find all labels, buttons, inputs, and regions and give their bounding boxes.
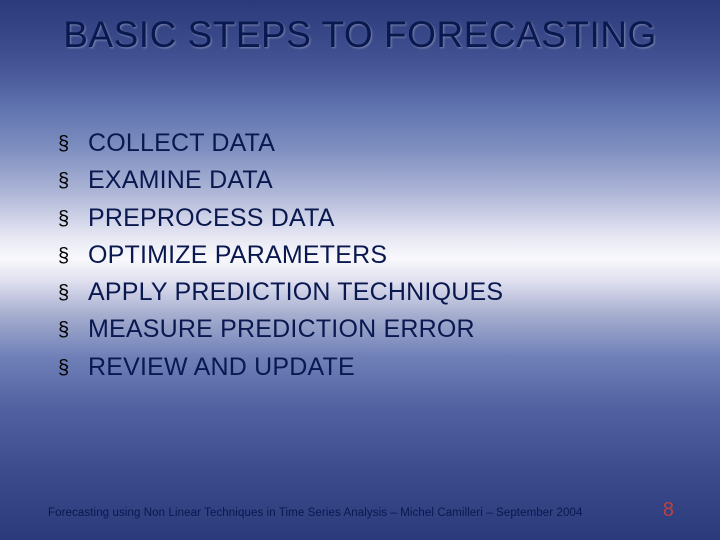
list-item-text: APPLY PREDICTION TECHNIQUES (88, 277, 503, 308)
slide: BASIC STEPS TO FORECASTING § COLLECT DAT… (0, 0, 720, 540)
slide-body: § COLLECT DATA § EXAMINE DATA § PREPROCE… (58, 128, 680, 389)
list-item-text: EXAMINE DATA (88, 165, 273, 196)
bullet-icon: § (58, 207, 88, 232)
list-item-text: REVIEW AND UPDATE (88, 352, 355, 383)
list-item-text: PREPROCESS DATA (88, 203, 335, 234)
list-item: § REVIEW AND UPDATE (58, 352, 680, 383)
page-number: 8 (663, 499, 674, 522)
bullet-icon: § (58, 281, 88, 306)
bullet-icon: § (58, 318, 88, 343)
list-item: § OPTIMIZE PARAMETERS (58, 240, 680, 271)
list-item: § APPLY PREDICTION TECHNIQUES (58, 277, 680, 308)
list-item-text: OPTIMIZE PARAMETERS (88, 240, 387, 271)
list-item-text: COLLECT DATA (88, 128, 275, 159)
list-item: § PREPROCESS DATA (58, 203, 680, 234)
list-item: § EXAMINE DATA (58, 165, 680, 196)
bullet-icon: § (58, 132, 88, 157)
footer-text: Forecasting using Non Linear Techniques … (48, 507, 582, 519)
slide-footer: Forecasting using Non Linear Techniques … (48, 499, 680, 522)
list-item: § COLLECT DATA (58, 128, 680, 159)
list-item: § MEASURE PREDICTION ERROR (58, 314, 680, 345)
slide-title: BASIC STEPS TO FORECASTING (0, 14, 720, 56)
bullet-icon: § (58, 356, 88, 381)
list-item-text: MEASURE PREDICTION ERROR (88, 314, 475, 345)
bullet-icon: § (58, 244, 88, 269)
bullet-icon: § (58, 169, 88, 194)
